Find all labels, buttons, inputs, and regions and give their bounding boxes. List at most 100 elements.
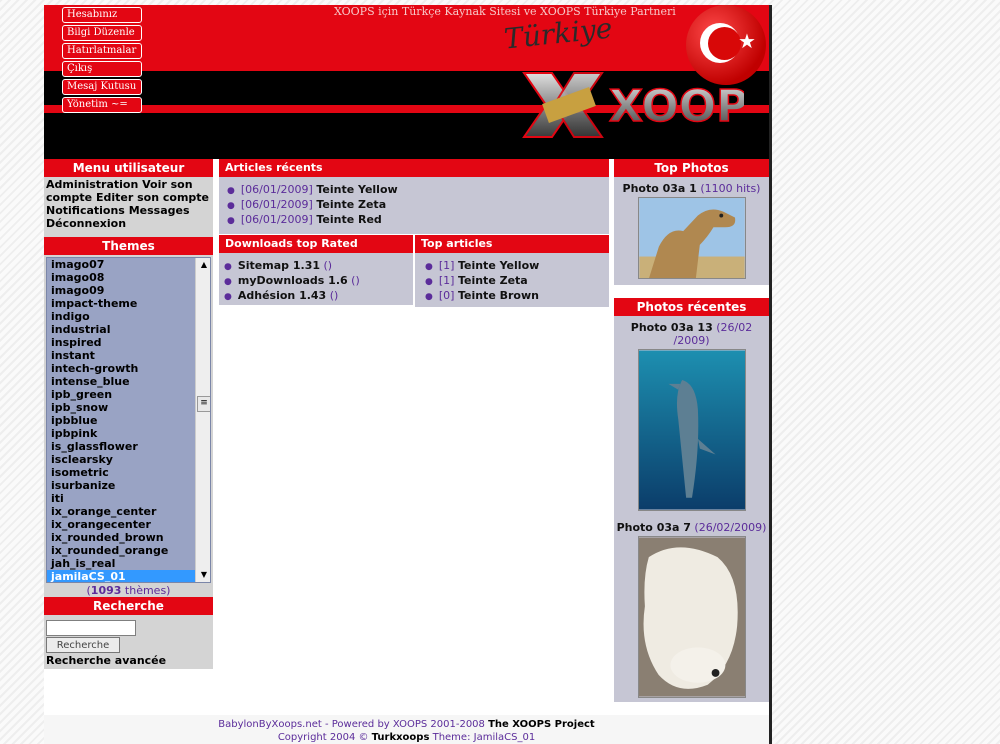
- download-link[interactable]: Sitemap 1.31: [238, 259, 320, 272]
- theme-option[interactable]: isurbanize: [47, 479, 195, 492]
- downloads-list: ● Sitemap 1.31 () ● myDownloads 1.6 () ● Ad…: [219, 253, 413, 304]
- dolphin-photo[interactable]: [637, 349, 746, 511]
- theme-option[interactable]: ix_orangecenter: [47, 518, 195, 531]
- menu-item-deconnexion[interactable]: Déconnexion: [46, 217, 126, 230]
- themes-title: Themes: [44, 237, 213, 255]
- nav-button-mesaj-kutusu[interactable]: Mesaj Kutusu: [62, 79, 142, 95]
- theme-option[interactable]: ix_orange_center: [47, 505, 195, 518]
- download-link[interactable]: myDownloads 1.6: [238, 274, 348, 287]
- theme-option[interactable]: imago08: [47, 271, 195, 284]
- search-input[interactable]: [46, 620, 136, 636]
- theme-count: (1093 thèmes): [86, 584, 171, 597]
- theme-option[interactable]: imago07: [47, 258, 195, 271]
- list-item: ● [1] Teinte Zeta: [425, 274, 528, 287]
- theme-option[interactable]: isometric: [47, 466, 195, 479]
- article-title-link[interactable]: Teinte Red: [316, 213, 381, 226]
- theme-option[interactable]: impact-theme: [47, 297, 195, 310]
- recent-articles-list: ● [06/01/2009] Teinte Yellow ● [06/01/2009…: [219, 177, 609, 228]
- theme-option[interactable]: is_glassflower: [47, 440, 195, 453]
- left-column: Menu utilisateur Administration Voir son…: [44, 159, 213, 719]
- theme-option[interactable]: industrial: [47, 323, 195, 336]
- theme-list-scrollbar[interactable]: ▲ ≡ ▼: [195, 258, 210, 582]
- theme-option[interactable]: ix_rounded_orange: [47, 544, 195, 557]
- article-title-link[interactable]: Teinte Brown: [458, 289, 539, 302]
- theme-option[interactable]: instant: [47, 349, 195, 362]
- theme-option[interactable]: imago09: [47, 284, 195, 297]
- article-date-link[interactable]: [06/01/2009]: [241, 213, 313, 226]
- recent-articles-title: Articles récents: [219, 159, 609, 177]
- theme-option[interactable]: isclearsky: [47, 453, 195, 466]
- list-item: ● Adhésion 1.43 (): [224, 289, 339, 302]
- nav-button-bilgi-duzenle[interactable]: Bilgi Düzenle: [62, 25, 142, 41]
- turkxoops-link[interactable]: Turkxoops: [372, 732, 430, 743]
- page-container: XOOPS için Türkçe Kaynak Sitesi ve XOOPS…: [44, 5, 772, 744]
- article-title-link[interactable]: Teinte Zeta: [316, 198, 386, 211]
- theme-option[interactable]: ipbpink: [47, 427, 195, 440]
- article-date-link[interactable]: [06/01/2009]: [241, 183, 313, 196]
- recent-photos-title: Photos récentes: [614, 298, 769, 316]
- theme-option[interactable]: ipbblue: [47, 414, 195, 427]
- nav-button-yonetim[interactable]: Yönetim ~=: [62, 97, 142, 113]
- menu-item-administration[interactable]: Administration: [46, 178, 138, 191]
- list-item: ● [06/01/2009] Teinte Red: [227, 213, 382, 226]
- nav-button-cikis[interactable]: Çıkış: [62, 61, 142, 77]
- camel-photo[interactable]: [637, 197, 746, 279]
- theme-option[interactable]: intense_blue: [47, 375, 195, 388]
- search-block: Recherche Recherche Recherche avancée: [44, 597, 213, 669]
- nav-button-hatirlatmalar[interactable]: Hatırlatmalar: [62, 43, 142, 59]
- photo-caption: Photo 03a 7 (26/02/2009): [616, 521, 767, 534]
- theme-option[interactable]: iti: [47, 492, 195, 505]
- top-articles-list: ● [1] Teinte Yellow ● [1] Teinte Zeta ● [0]…: [415, 253, 609, 304]
- theme-option-selected[interactable]: jamilaCS_01: [47, 570, 195, 582]
- site-header: XOOPS için Türkçe Kaynak Sitesi ve XOOPS…: [44, 5, 769, 159]
- menu-item-notifications[interactable]: Notifications: [46, 204, 125, 217]
- xoops-logo-text: XOOPS: [609, 81, 744, 132]
- top-articles-title: Top articles: [415, 235, 609, 253]
- list-item: ● [0] Teinte Brown: [425, 289, 539, 302]
- list-item: ● Sitemap 1.31 (): [224, 259, 333, 272]
- themes-block: Themes imago07 imago08 imago09 impact-th…: [44, 237, 213, 597]
- article-title-link[interactable]: Teinte Yellow: [458, 259, 539, 272]
- theme-option[interactable]: ipb_green: [47, 388, 195, 401]
- theme-option[interactable]: ix_rounded_brown: [47, 531, 195, 544]
- top-articles-block: Top articles ● [1] Teinte Yellow ● [1] Tei…: [415, 235, 609, 307]
- user-menu-title: Menu utilisateur: [44, 159, 213, 177]
- turkish-flag-emblem: ★: [686, 5, 766, 85]
- menu-item-editer-son-compte[interactable]: Editer son compte: [96, 191, 209, 204]
- article-title-link[interactable]: Teinte Zeta: [458, 274, 528, 287]
- theme-count-number: 1093: [90, 584, 122, 597]
- downloads-title: Downloads top Rated: [219, 235, 413, 253]
- footer-site-link[interactable]: BabylonByXoops.net: [218, 719, 322, 730]
- article-date-link[interactable]: [06/01/2009]: [241, 198, 313, 211]
- top-photos-title: Top Photos: [614, 159, 769, 177]
- list-item: ● [06/01/2009] Teinte Zeta: [227, 198, 387, 211]
- theme-option[interactable]: inspired: [47, 336, 195, 349]
- recent-photos-block: Photos récentes Photo 03a 13 (26/02 /200…: [614, 298, 769, 702]
- user-menu-block: Menu utilisateur Administration Voir son…: [44, 159, 213, 237]
- search-button[interactable]: Recherche: [46, 637, 120, 653]
- polar-bear-photo[interactable]: [637, 536, 746, 698]
- theme-option[interactable]: indigo: [47, 310, 195, 323]
- xoops-project-link[interactable]: The XOOPS Project: [488, 719, 595, 730]
- list-item: ● [1] Teinte Yellow: [425, 259, 540, 272]
- list-item: ● [06/01/2009] Teinte Yellow: [227, 183, 398, 196]
- menu-item-messages[interactable]: Messages: [129, 204, 190, 217]
- download-link[interactable]: Adhésion 1.43: [238, 289, 326, 302]
- user-menu-items: Administration Voir son compte Editer so…: [44, 177, 213, 231]
- article-title-link[interactable]: Teinte Yellow: [316, 183, 397, 196]
- nav-button-hesabiniz[interactable]: Hesabınız: [62, 7, 142, 23]
- scroll-thumb[interactable]: ≡: [197, 396, 210, 412]
- theme-select-list[interactable]: imago07 imago08 imago09 impact-theme ind…: [46, 257, 211, 583]
- search-title: Recherche: [44, 597, 213, 615]
- scroll-up-icon[interactable]: ▲: [196, 258, 210, 272]
- top-photos-block: Top Photos Photo 03a 1 (1100 hits): [614, 159, 769, 285]
- theme-option[interactable]: jah_is_real: [47, 557, 195, 570]
- photo-caption: Photo 03a 13 (26/02 /2009): [630, 321, 753, 347]
- advanced-search-link[interactable]: Recherche avancée: [46, 654, 166, 667]
- site-footer: BabylonByXoops.net - Powered by XOOPS 20…: [44, 715, 769, 744]
- theme-option[interactable]: intech-growth: [47, 362, 195, 375]
- recent-articles-block: Articles récents ● [06/01/2009] Teinte Ye…: [219, 159, 609, 234]
- scroll-down-icon[interactable]: ▼: [196, 568, 210, 582]
- theme-option[interactable]: ipb_snow: [47, 401, 195, 414]
- downloads-top-rated-block: Downloads top Rated ● Sitemap 1.31 () ● my…: [219, 235, 413, 305]
